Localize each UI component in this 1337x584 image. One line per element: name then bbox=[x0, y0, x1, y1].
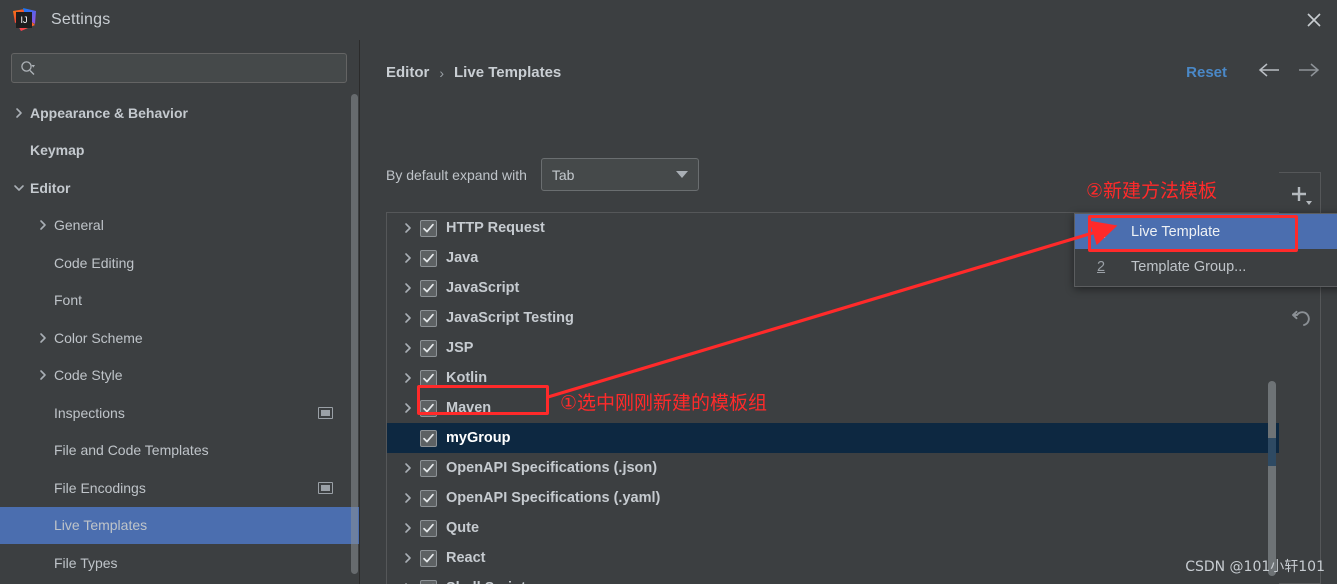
annotation-arrow-overlay bbox=[547, 220, 1118, 399]
watermark: CSDN @101小轩101 bbox=[1185, 559, 1325, 575]
